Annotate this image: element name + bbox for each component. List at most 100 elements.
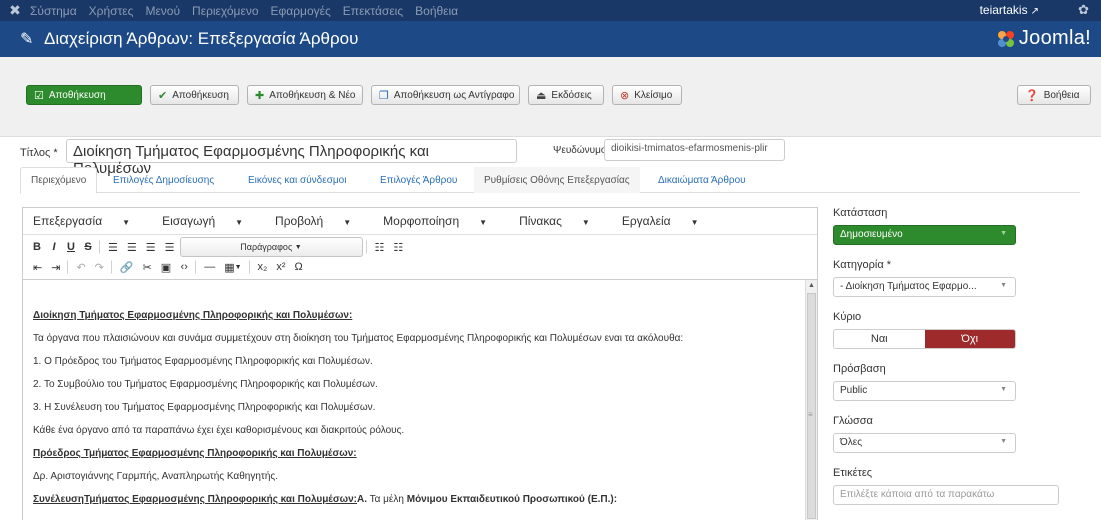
help-icon: ❓ bbox=[1025, 89, 1039, 102]
undo-icon[interactable]: ↶ bbox=[72, 259, 89, 275]
paragraph-heading: Πρόεδρος Τμήματος Εφαρμοσμένης Πληροφορι… bbox=[33, 448, 357, 459]
caret-down-icon: ▼ bbox=[690, 218, 699, 227]
language-label: Γλώσσα bbox=[833, 415, 873, 427]
tags-input[interactable]: Επιλέξτε κάποια από τα παρακάτω bbox=[833, 485, 1059, 505]
paragraph-heading: Διοίκηση Τμήματος Εφαρμοσμένης Πληροφορι… bbox=[33, 310, 353, 321]
joomla-wordmark: Joomla! bbox=[1018, 27, 1091, 49]
access-select[interactable]: Public ▼ bbox=[833, 381, 1016, 401]
paragraph: ΣυνέλευσηΤμήματος Εφαρμοσμένης Πληροφορι… bbox=[33, 494, 618, 505]
alias-label: Ψευδώνυμο bbox=[553, 145, 607, 156]
versions-button[interactable]: ⏏ Εκδόσεις bbox=[528, 85, 604, 105]
help-button[interactable]: ❓ Βοήθεια bbox=[1017, 85, 1091, 105]
editor-toolbar: B I U S ☰ ☰ ☰ ☰ Παράγραφος ▼ ☷ ☷ ⇤ ⇥ ↶ ↷ bbox=[23, 235, 817, 280]
unlink-icon[interactable]: ✂ bbox=[139, 259, 156, 275]
paragraph: Δρ. Αριστογιάννης Γαρμπής, Αναπληρωτής Κ… bbox=[33, 471, 278, 482]
caret-down-icon: ▼ bbox=[479, 218, 488, 227]
joomla-logo-icon[interactable]: ✖ bbox=[0, 0, 30, 21]
tab-images-links[interactable]: Εικόνες και σύνδεσμοι bbox=[238, 167, 356, 193]
category-label: Κατηγορία * bbox=[833, 259, 892, 271]
tab-editing-layout[interactable]: Ρυθμίσεις Οθόνης Επεξεργασίας bbox=[474, 167, 640, 193]
bold-icon[interactable]: B bbox=[29, 239, 45, 255]
numbered-list-icon[interactable]: ☷ bbox=[389, 239, 407, 255]
align-left-icon[interactable]: ☰ bbox=[104, 239, 122, 255]
redo-icon[interactable]: ↷ bbox=[91, 259, 108, 275]
link-icon[interactable]: 🔗 bbox=[116, 259, 138, 275]
editor-scrollbar[interactable]: ▲ ≡ bbox=[805, 280, 817, 520]
editor-menu-tools[interactable]: Εργαλεία ▼ bbox=[622, 214, 715, 228]
underline-icon[interactable]: U bbox=[63, 239, 79, 255]
paragraph: 1. Ο Πρόεδρος του Τμήματος Εφαρμοσμένης … bbox=[33, 356, 373, 367]
title-label: Τίτλος * bbox=[20, 147, 58, 159]
align-justify-icon[interactable]: ☰ bbox=[161, 239, 179, 255]
editor-body[interactable]: Διοίκηση Τμήματος Εφαρμοσμένης Πληροφορι… bbox=[23, 280, 817, 520]
save-new-button[interactable]: ✚ Αποθήκευση & Νέο bbox=[247, 85, 363, 105]
editor-menu-insert[interactable]: Εισαγωγή ▼ bbox=[162, 214, 259, 228]
username: teiartakis bbox=[979, 3, 1028, 17]
tags-label: Ετικέτες bbox=[833, 467, 873, 479]
subscript-icon[interactable]: x₂ bbox=[254, 259, 272, 275]
paragraph: Κάθε ένα όργανο από τα παραπάνω έχει έχε… bbox=[33, 425, 405, 436]
gear-icon[interactable]: ✿ bbox=[1078, 2, 1089, 18]
user-menu[interactable]: teiartakis ↗ bbox=[980, 3, 1039, 17]
superscript-icon[interactable]: x² bbox=[272, 259, 289, 275]
save-close-button[interactable]: ✔ Αποθήκευση bbox=[150, 85, 239, 105]
tab-bar: Περιεχόμενο Επιλογές Δημοσίευσης Εικόνες… bbox=[20, 167, 1080, 194]
tab-permissions[interactable]: Δικαιώματα Άρθρου bbox=[648, 167, 756, 193]
table-icon[interactable]: ▦ ▼ bbox=[220, 259, 245, 275]
format-select[interactable]: Παράγραφος ▼ bbox=[179, 237, 363, 257]
caret-down-icon: ▼ bbox=[235, 218, 244, 227]
language-select[interactable]: Όλες ▼ bbox=[833, 433, 1016, 453]
alias-input[interactable]: dioikisi-tmimatos-efarmosmenis-plir bbox=[604, 139, 785, 161]
page-header: ✎ Διαχείριση Άρθρων: Επεξεργασία Άρθρου … bbox=[0, 21, 1101, 57]
bullet-list-icon[interactable]: ☷ bbox=[371, 239, 389, 255]
paragraph: 2. Το Συμβούλιο του Τμήματος Εφαρμοσμένη… bbox=[33, 379, 378, 390]
caret-down-icon: ▼ bbox=[343, 218, 352, 227]
tab-publishing[interactable]: Επιλογές Δημοσίευσης bbox=[103, 167, 224, 193]
featured-no-button[interactable]: Όχι bbox=[924, 330, 1015, 348]
tab-content[interactable]: Περιεχόμενο bbox=[20, 167, 98, 194]
page-title: Διαχείριση Άρθρων: Επεξεργασία Άρθρου bbox=[44, 29, 359, 48]
menu-users[interactable]: Χρήστες bbox=[89, 4, 134, 18]
featured-yes-button[interactable]: Ναι bbox=[834, 330, 925, 348]
scrollbar-thumb[interactable] bbox=[807, 293, 816, 519]
tab-article-options[interactable]: Επιλογές Άρθρου bbox=[370, 167, 467, 193]
menu-menus[interactable]: Μενού bbox=[145, 4, 180, 18]
indent-icon[interactable]: ⇥ bbox=[47, 259, 64, 275]
category-select[interactable]: - Διοίκηση Τμήματος Εφαρμο... ▼ bbox=[833, 277, 1016, 297]
menu-content[interactable]: Περιεχόμενο bbox=[192, 4, 258, 18]
editor-menu-format[interactable]: Μορφοποίηση ▼ bbox=[383, 214, 503, 228]
editor-menu-table[interactable]: Πίνακας ▼ bbox=[519, 214, 606, 228]
toolbar-divider bbox=[110, 260, 113, 274]
code-icon[interactable]: ‹› bbox=[176, 259, 192, 275]
caret-down-icon: ▼ bbox=[581, 218, 590, 227]
admin-menubar: ✖ Σύστημα Χρήστες Μενού Περιεχόμενο Εφαρ… bbox=[0, 0, 1101, 21]
menu-system[interactable]: Σύστημα bbox=[30, 4, 77, 18]
special-char-icon[interactable]: Ω bbox=[291, 259, 307, 275]
menu-help[interactable]: Βοήθεια bbox=[415, 4, 458, 18]
align-right-icon[interactable]: ☰ bbox=[142, 239, 160, 255]
editor-menubar: Επεξεργασία ▼ Εισαγωγή ▼ Προβολή ▼ Μορφοποί… bbox=[23, 208, 817, 235]
status-label: Κατάσταση bbox=[833, 207, 888, 219]
access-label: Πρόσβαση bbox=[833, 363, 886, 375]
article-sidebar: Κατάσταση Δημοσιευμένο ▼ Κατηγορία * - Δι… bbox=[833, 207, 1059, 505]
italic-icon[interactable]: I bbox=[46, 239, 62, 255]
save-copy-button[interactable]: ❐ Αποθήκευση ως Αντίγραφο bbox=[371, 85, 520, 105]
title-input[interactable]: Διοίκηση Τμήματος Εφαρμοσμένης Πληροφορι… bbox=[66, 139, 517, 177]
horizontal-rule-icon[interactable]: — bbox=[200, 259, 219, 275]
scroll-up-icon[interactable]: ▲ bbox=[806, 280, 817, 292]
image-icon[interactable]: ▣ bbox=[157, 259, 175, 275]
outdent-icon[interactable]: ⇤ bbox=[29, 259, 46, 275]
editor-menu-edit[interactable]: Επεξεργασία ▼ bbox=[33, 214, 146, 228]
close-button[interactable]: ⊗ Κλείσιμο bbox=[612, 85, 682, 105]
strikethrough-icon[interactable]: S bbox=[80, 239, 96, 255]
editor-menu-view[interactable]: Προβολή ▼ bbox=[275, 214, 367, 228]
paragraph: Τα όργανα που πλαισιώνουν και συνάμα συμ… bbox=[33, 333, 684, 344]
toolbar-divider bbox=[248, 260, 251, 274]
save-button[interactable]: ☑ Αποθήκευση bbox=[26, 85, 142, 105]
caret-down-icon: ▼ bbox=[1000, 282, 1007, 289]
menu-components[interactable]: Εφαρμογές bbox=[271, 4, 331, 18]
menu-extensions[interactable]: Επεκτάσεις bbox=[343, 4, 403, 18]
rich-text-editor: Επεξεργασία ▼ Εισαγωγή ▼ Προβολή ▼ Μορφοποί… bbox=[22, 207, 818, 520]
status-select[interactable]: Δημοσιευμένο ▼ bbox=[833, 225, 1016, 245]
align-center-icon[interactable]: ☰ bbox=[123, 239, 141, 255]
